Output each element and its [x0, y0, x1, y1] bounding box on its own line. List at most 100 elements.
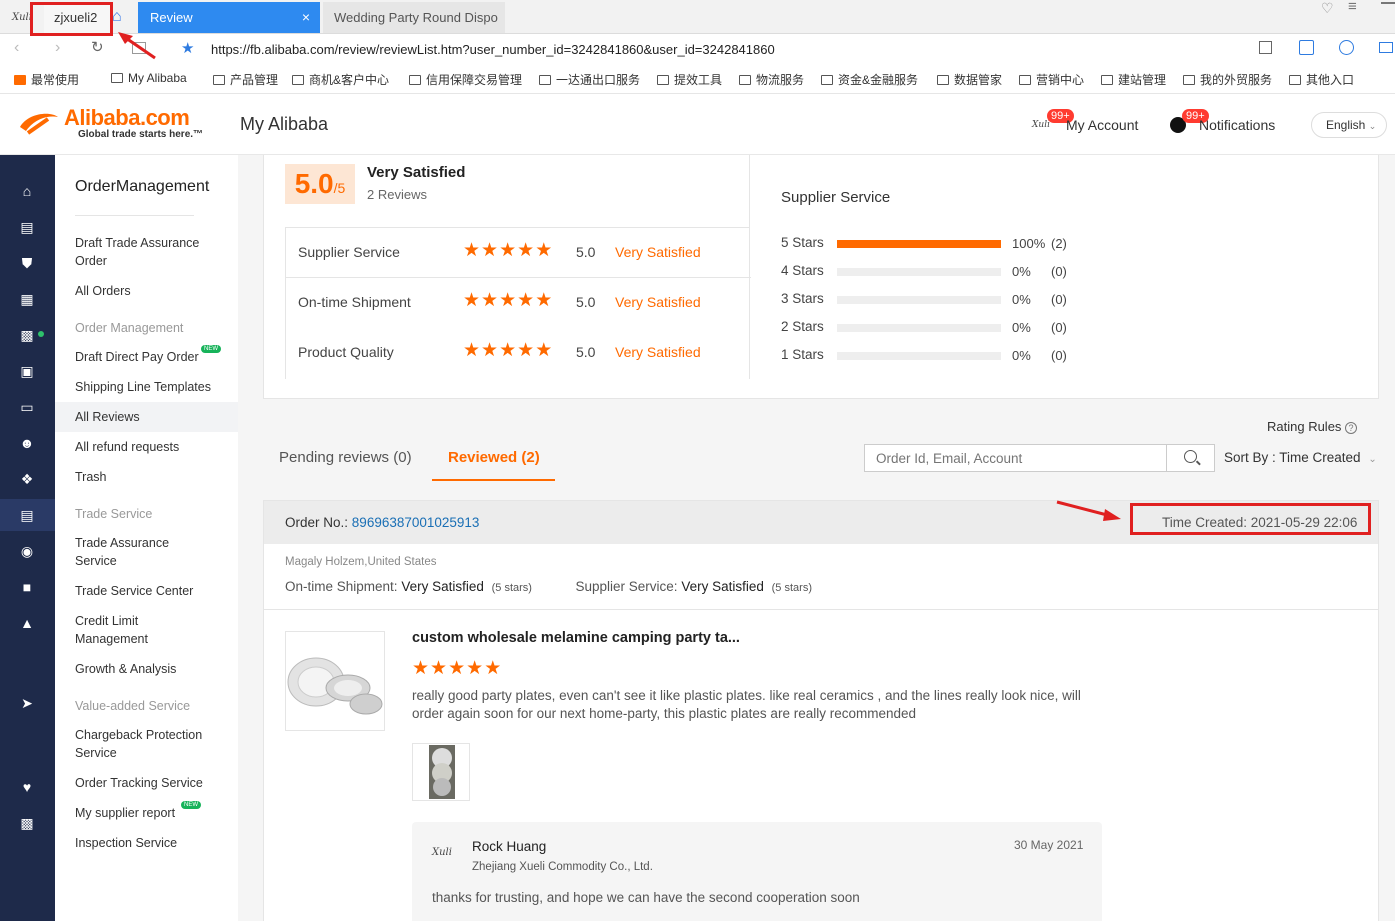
distribution-label: 2 Stars — [781, 319, 824, 334]
bookmark-item[interactable]: My Alibaba — [111, 71, 187, 85]
bookmark-item[interactable]: 最常使用 — [14, 71, 79, 88]
menu-all-reviews[interactable]: All Reviews — [75, 408, 225, 426]
mail-icon[interactable] — [1379, 42, 1393, 53]
bookmark-item[interactable]: 提效工具 — [657, 71, 722, 88]
briefcase-icon[interactable]: ▩ — [19, 815, 35, 831]
rating-rules-link[interactable]: Rating Rules ? — [1267, 419, 1358, 434]
clock-icon[interactable] — [1339, 40, 1354, 55]
clipboard-icon[interactable]: ▤ — [19, 507, 35, 523]
card-divider — [264, 609, 1378, 610]
shirt-icon[interactable]: ♡ — [1321, 0, 1334, 17]
bookmark-item[interactable]: 一达通出口服务 — [539, 71, 640, 88]
search-icon-handle — [1196, 460, 1201, 466]
bookmarks-bar: 最常使用 My Alibaba 产品管理 商机&客户中心 信用保障交易管理 一达通出口服务… — [0, 64, 1395, 94]
menu-trade-assurance-service[interactable]: Trade Assurance Service — [75, 534, 185, 570]
tab-wedding[interactable]: Wedding Party Round Dispo — [323, 2, 505, 33]
bookmark-item[interactable]: 建站管理 — [1101, 71, 1166, 88]
menu-chargeback[interactable]: Chargeback Protection Service — [75, 726, 220, 762]
reply-date: 30 May 2021 — [1014, 838, 1084, 852]
language-select[interactable]: English ⌄ — [1311, 112, 1387, 138]
menu-trade-service-center[interactable]: Trade Service Center — [75, 582, 225, 600]
send-icon[interactable]: ➤ — [19, 695, 35, 711]
reply-avatar: Xuli — [432, 847, 452, 858]
bookmark-item[interactable]: 我的外贸服务 — [1183, 71, 1272, 88]
product-title[interactable]: custom wholesale melamine camping party … — [412, 630, 740, 646]
menu-icon[interactable]: ≡ — [1348, 0, 1357, 15]
menu-refund-requests[interactable]: All refund requests — [75, 438, 225, 456]
people-icon[interactable]: ☻ — [19, 435, 35, 451]
forward-icon[interactable]: › — [55, 39, 60, 57]
star-icon: ★ — [535, 240, 554, 261]
search-button[interactable] — [1166, 445, 1215, 471]
menu-all-orders[interactable]: All Orders — [75, 282, 225, 300]
menu-inspection[interactable]: Inspection Service — [75, 834, 225, 852]
star-icon: ★ — [481, 340, 500, 361]
shield-icon[interactable]: ⛊ — [19, 255, 35, 271]
bookmark-item[interactable]: 物流服务 — [739, 71, 804, 88]
star-icon: ★ — [517, 240, 536, 261]
bookmark-item[interactable]: 数据管家 — [937, 71, 1002, 88]
folder-icon — [292, 75, 304, 85]
menu-trash[interactable]: Trash — [75, 468, 225, 486]
menu-order-tracking[interactable]: Order Tracking Service — [75, 774, 225, 792]
home-icon[interactable]: ⌂ — [19, 183, 35, 199]
review-photo-image — [429, 745, 455, 799]
order-icon[interactable]: ▩ — [19, 327, 35, 343]
search-input[interactable] — [865, 445, 1165, 471]
reload-icon[interactable]: ↻ — [91, 38, 104, 56]
window-min-icon[interactable] — [1381, 2, 1395, 4]
site-header: Alibaba.com Global trade starts here.™ M… — [0, 95, 1395, 155]
sort-dropdown[interactable]: Sort By : Time Created ⌄ — [1224, 450, 1377, 465]
bookmark-label: My Alibaba — [128, 71, 187, 85]
folder-icon — [213, 75, 225, 85]
bookmark-item[interactable]: 其他入口 — [1289, 71, 1354, 88]
bookmark-item[interactable]: 营销中心 — [1019, 71, 1084, 88]
share-icon[interactable] — [1259, 41, 1272, 54]
menu-growth-analysis[interactable]: Growth & Analysis — [75, 660, 225, 678]
bookmark-item[interactable]: 商机&客户中心 — [292, 71, 389, 88]
home-icon[interactable]: ⌂ — [112, 8, 130, 26]
close-icon[interactable]: × — [302, 2, 310, 33]
url-field[interactable]: https://fb.alibaba.com/review/reviewList… — [211, 42, 775, 57]
grid-icon[interactable]: ▦ — [19, 291, 35, 307]
my-account-link[interactable]: My Account — [1066, 117, 1138, 133]
folder-icon — [409, 75, 421, 85]
tab-pending-reviews[interactable]: Pending reviews (0) — [279, 449, 412, 466]
notifications-link[interactable]: Notifications — [1199, 117, 1275, 133]
message-icon[interactable]: ▣ — [19, 363, 35, 379]
annotation-arrow-right — [1056, 500, 1121, 521]
supplier-stars: (5 stars) — [771, 582, 812, 594]
store-icon[interactable]: ▤ — [19, 219, 35, 235]
alibaba-logo[interactable]: Alibaba.com Global trade starts here.™ — [14, 105, 214, 143]
rating-row: On-time Shipment ★★★★★ 5.0 Very Satisfied — [286, 278, 751, 328]
heart-icon[interactable]: ♥ — [19, 779, 35, 795]
extension-icon[interactable] — [1299, 40, 1314, 55]
distribution-row: 2 Stars 0% (0) — [781, 319, 1101, 339]
tab-reviewed[interactable]: Reviewed (2) — [448, 449, 540, 466]
back-icon[interactable]: ‹ — [14, 39, 19, 57]
menu-supplier-report[interactable]: My supplier report — [75, 804, 225, 822]
bookmark-star-icon[interactable]: ★ — [181, 39, 194, 57]
globe-icon[interactable]: ◉ — [19, 543, 35, 559]
bookmark-label: 物流服务 — [756, 73, 805, 87]
menu-draft-trade-assurance[interactable]: Draft Trade Assurance Order — [75, 234, 215, 270]
rating-summary-panel: 5.0/5 Very Satisfied 2 Reviews Supplier … — [263, 155, 1379, 399]
share-nodes-icon[interactable]: ❖ — [19, 471, 35, 487]
distribution-pct: 0% — [1012, 292, 1031, 307]
tab-review[interactable]: Review × — [138, 2, 320, 33]
bookmark-item[interactable]: 产品管理 — [213, 71, 278, 88]
truck-icon[interactable]: ■ — [19, 579, 35, 595]
bookmark-item[interactable]: 信用保障交易管理 — [409, 71, 522, 88]
menu-credit-limit[interactable]: Credit Limit Management — [75, 612, 175, 648]
distribution-pct: 0% — [1012, 264, 1031, 279]
bookmark-item[interactable]: 资金&金融服务 — [821, 71, 918, 88]
order-number-link[interactable]: 89696387001025913 — [352, 515, 480, 530]
rating-row: Product Quality ★★★★★ 5.0 Very Satisfied — [286, 328, 751, 378]
sort-label: Sort By : Time Created — [1224, 450, 1361, 465]
menu-shipping-templates[interactable]: Shipping Line Templates — [75, 378, 225, 396]
bank-icon[interactable]: ▲ — [19, 615, 35, 631]
product-image[interactable] — [285, 631, 385, 731]
score-max: /5 — [333, 180, 346, 196]
review-photo[interactable] — [412, 743, 470, 801]
chart-icon[interactable]: ▭ — [19, 399, 35, 415]
